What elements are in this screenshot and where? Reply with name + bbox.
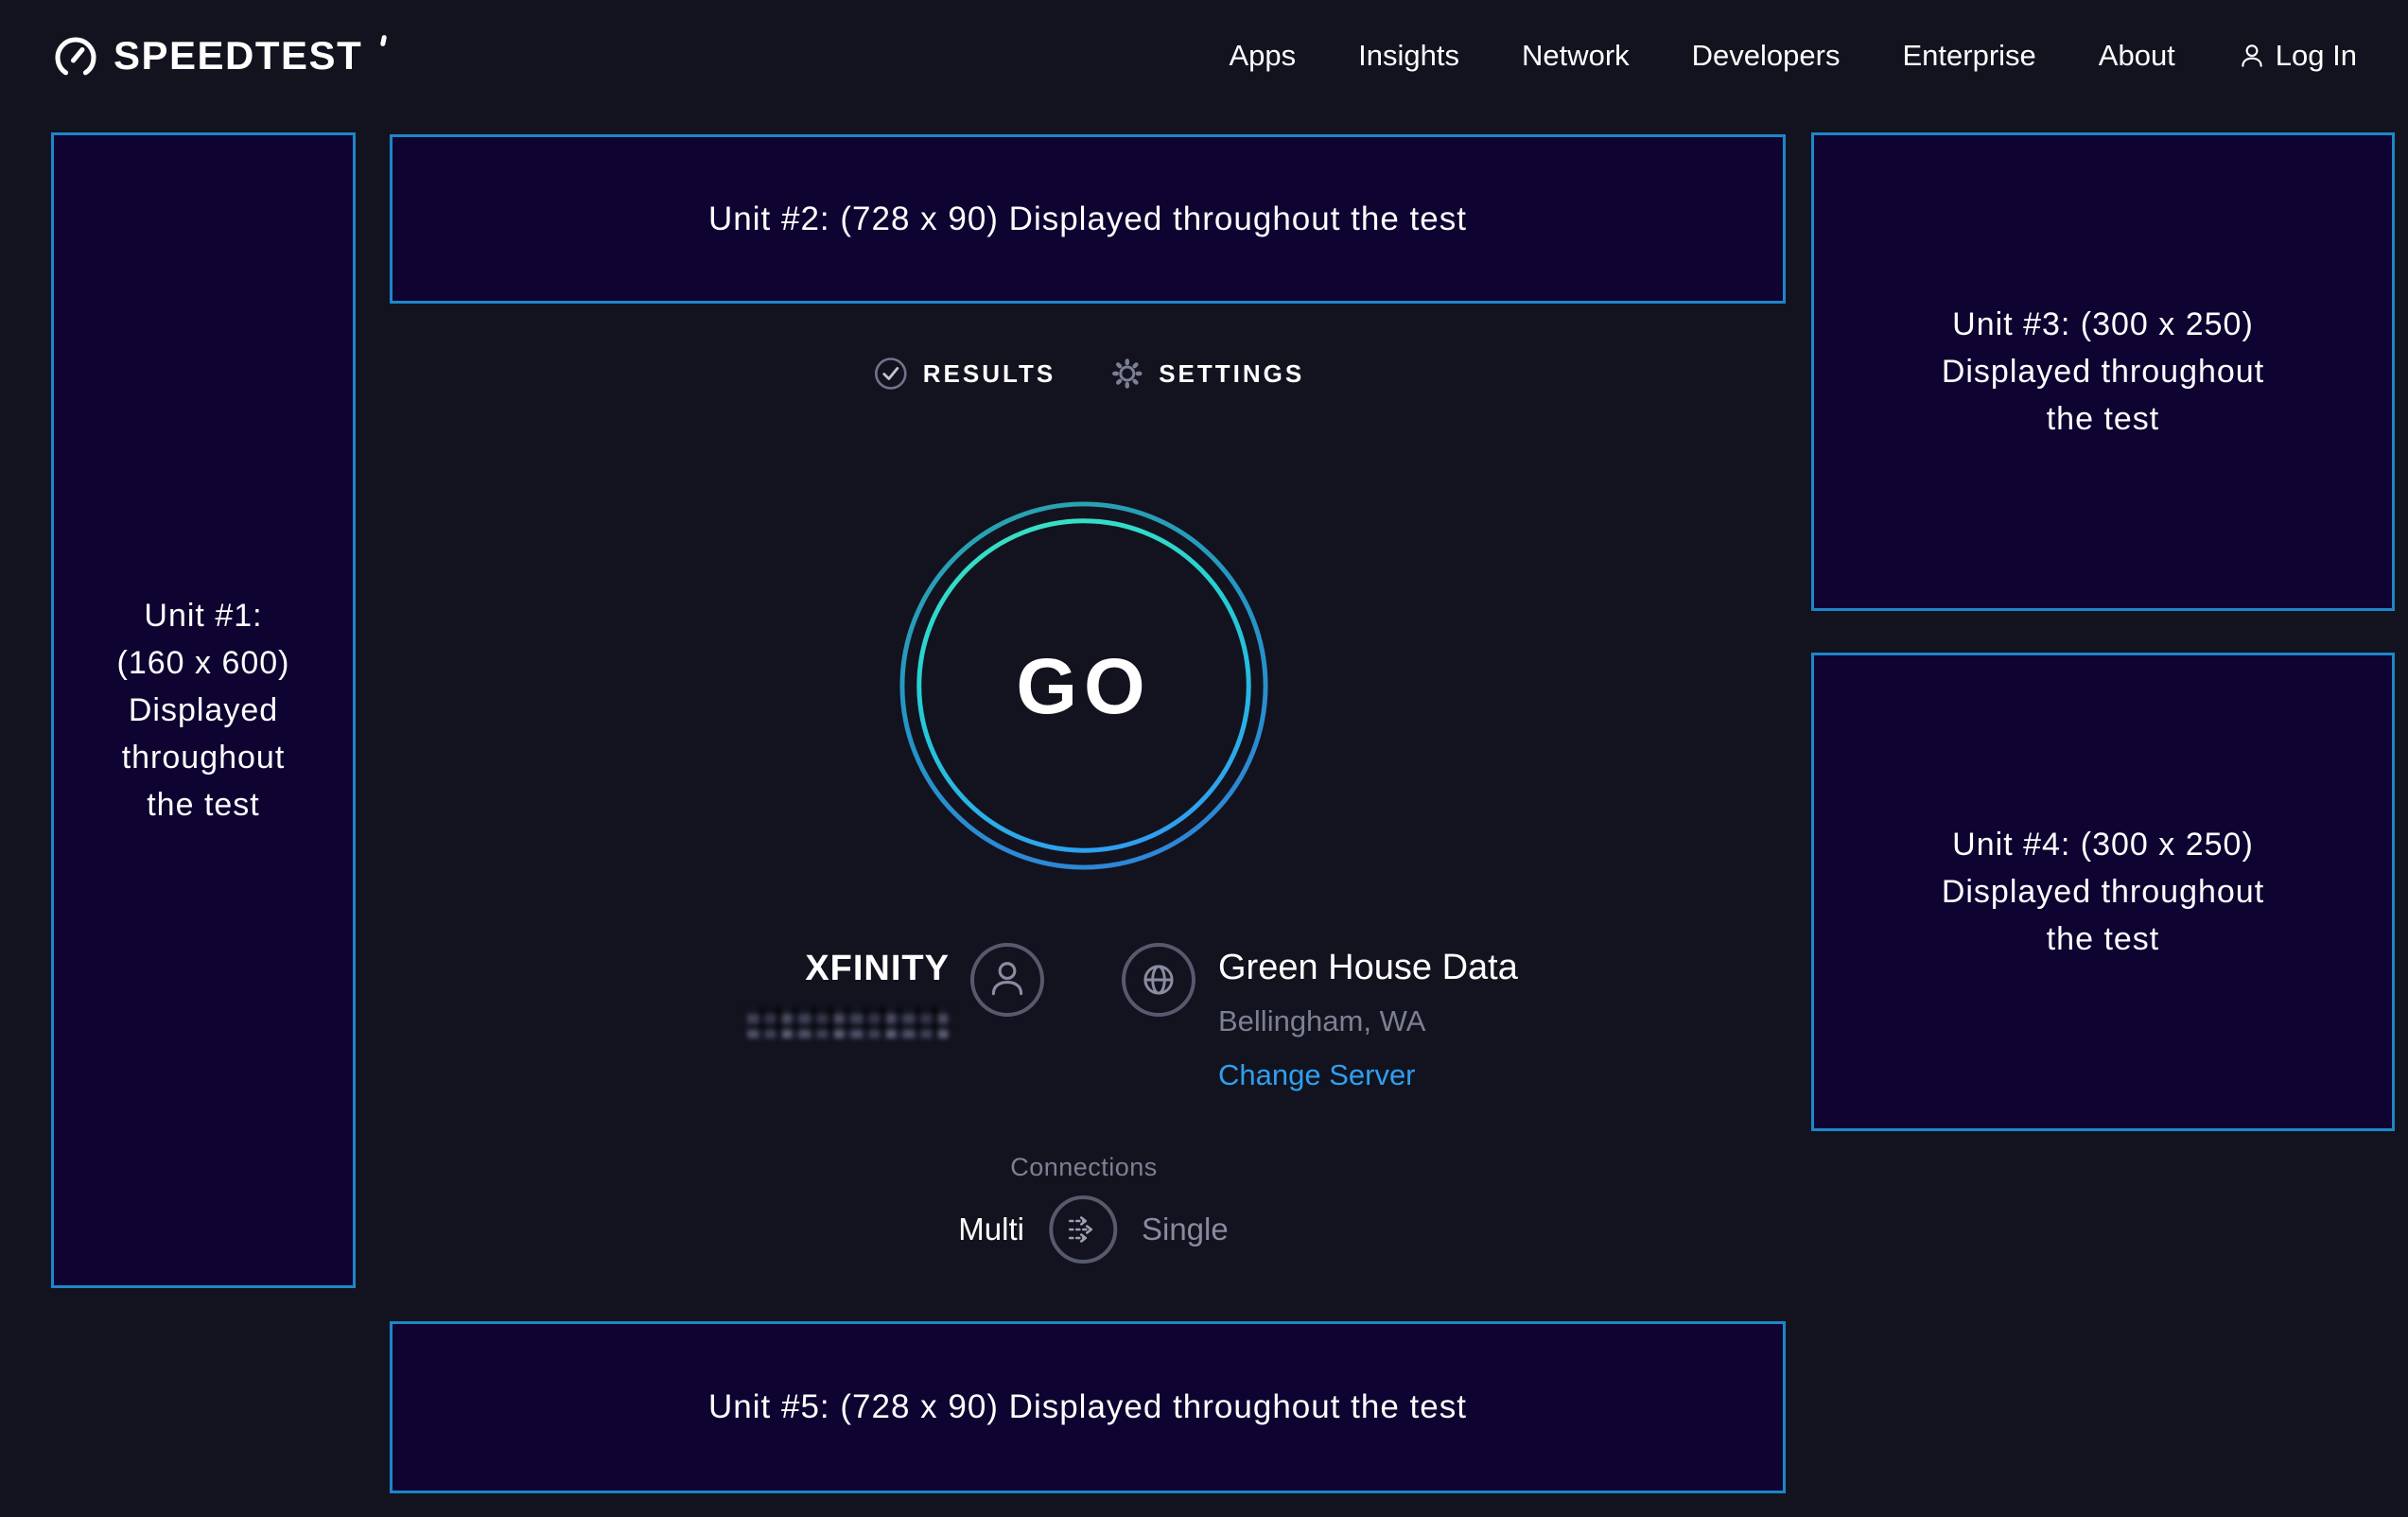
main-nav: Apps Insights Network Developers Enterpr…: [1229, 39, 2357, 73]
check-circle-icon: [873, 356, 909, 392]
ad-unit-3-rectangle[interactable]: Unit #3: (300 x 250) Displayed throughou…: [1811, 132, 2395, 611]
top-nav-bar: SPEEDTEST Apps Insights Network Develope…: [0, 0, 2408, 112]
connections-label: Connections: [1010, 1152, 1158, 1182]
connections-toggle-row: Multi Single: [958, 1195, 1228, 1264]
isp-name: XFINITY: [805, 947, 950, 990]
nav-item-apps[interactable]: Apps: [1229, 39, 1296, 73]
globe-icon: [1137, 958, 1180, 1002]
server-name: Green House Data: [1218, 947, 1518, 988]
tab-results[interactable]: RESULTS: [873, 356, 1056, 392]
isp-block: XFINITY: [609, 943, 950, 1038]
login-button[interactable]: Log In: [2238, 39, 2357, 73]
change-server-link[interactable]: Change Server: [1218, 1058, 1416, 1092]
connections-toggle-button[interactable]: [1049, 1195, 1117, 1264]
ad-unit-1-text: Unit #1: (160 x 600) Displayed throughou…: [117, 592, 290, 828]
ad-unit-4-text: Unit #4: (300 x 250) Displayed throughou…: [1942, 821, 2264, 963]
nav-item-about[interactable]: About: [2099, 39, 2175, 73]
server-block: Green House Data Bellingham, WA Change S…: [1218, 943, 1559, 1092]
connections-section: Connections Multi Single: [939, 1152, 1228, 1264]
login-label: Log In: [2276, 39, 2357, 73]
nav-item-developers[interactable]: Developers: [1692, 39, 1841, 73]
ad-unit-2-leaderboard[interactable]: Unit #2: (728 x 90) Displayed throughout…: [390, 134, 1786, 304]
speedtest-logo[interactable]: SPEEDTEST: [53, 33, 386, 78]
multi-arrows-icon: [1063, 1210, 1103, 1249]
ad-unit-5-text: Unit #5: (728 x 90) Displayed throughout…: [708, 1384, 1467, 1431]
server-location: Bellingham, WA: [1218, 1004, 1425, 1038]
go-button[interactable]: GO: [897, 498, 1271, 873]
connections-single-option[interactable]: Single: [1142, 1212, 1229, 1247]
tabs-row: RESULTS SETTINGS: [873, 356, 1304, 392]
ad-unit-5-leaderboard[interactable]: Unit #5: (728 x 90) Displayed throughout…: [390, 1321, 1786, 1493]
ad-unit-3-text: Unit #3: (300 x 250) Displayed throughou…: [1942, 301, 2264, 443]
go-label: GO: [1016, 642, 1151, 730]
logo-wordmark: SPEEDTEST: [113, 33, 362, 78]
isp-avatar: [970, 943, 1044, 1017]
server-avatar: [1122, 943, 1195, 1017]
gauge-icon: [53, 33, 98, 78]
nav-item-enterprise[interactable]: Enterprise: [1902, 39, 2035, 73]
connections-multi-option[interactable]: Multi: [958, 1212, 1024, 1247]
person-icon: [987, 958, 1027, 1002]
connection-info-row: XFINITY Green House Data Bellingham, WA …: [609, 943, 1559, 1092]
redacted-ip-text: [747, 1007, 950, 1038]
trademark-mark: [380, 35, 387, 47]
person-icon: [2238, 42, 2266, 70]
nav-item-insights[interactable]: Insights: [1358, 39, 1459, 73]
tab-settings-label: SETTINGS: [1159, 359, 1304, 389]
nav-item-network[interactable]: Network: [1522, 39, 1630, 73]
ad-unit-4-rectangle[interactable]: Unit #4: (300 x 250) Displayed throughou…: [1811, 653, 2395, 1131]
tab-results-label: RESULTS: [923, 359, 1056, 389]
ad-unit-1-skyscraper[interactable]: Unit #1: (160 x 600) Displayed throughou…: [51, 132, 356, 1288]
gear-icon: [1110, 357, 1144, 391]
ad-unit-2-text: Unit #2: (728 x 90) Displayed throughout…: [708, 196, 1467, 243]
tab-settings[interactable]: SETTINGS: [1110, 357, 1304, 391]
